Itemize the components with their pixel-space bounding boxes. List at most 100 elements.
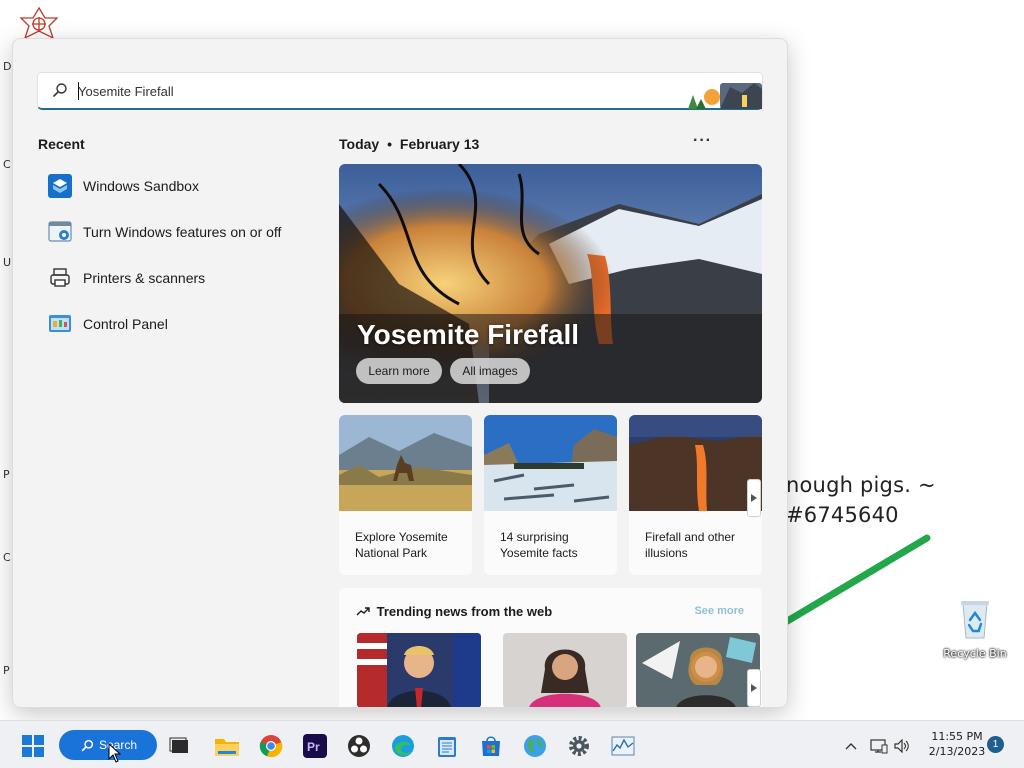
edge-icon <box>392 735 414 757</box>
wallpaper-text-line: #6745640 <box>786 503 899 527</box>
recent-item-label: Control Panel <box>83 316 168 332</box>
taskbar-app-obs[interactable] <box>346 733 372 759</box>
show-hidden-icons-button[interactable] <box>839 733 863 759</box>
desktop-edge-text: C <box>3 158 11 171</box>
network-icon <box>870 739 888 754</box>
search-panel: Yosemite Firefall Recent Windows Sandbox <box>12 38 788 708</box>
recent-item-printers-scanners[interactable]: Printers & scanners <box>47 265 307 291</box>
card-explore-yosemite[interactable]: Explore Yosemite National Park <box>339 415 472 575</box>
cards-next-arrow[interactable] <box>747 479 761 517</box>
recent-item-windows-features[interactable]: Turn Windows features on or off <box>47 219 307 245</box>
chevron-right-icon <box>751 494 757 502</box>
globe-icon <box>524 735 546 757</box>
control-panel-icon <box>47 312 73 336</box>
notification-badge[interactable]: 1 <box>987 736 1004 753</box>
clock-date: 2/13/2023 <box>928 745 986 758</box>
card-image <box>629 415 762 511</box>
news-image <box>357 633 481 707</box>
today-separator: • <box>387 136 392 152</box>
windows-sandbox-icon <box>47 174 73 198</box>
search-highlight-hero[interactable]: Yosemite Firefall Learn more All images <box>339 164 762 403</box>
volume-button[interactable] <box>890 733 914 759</box>
news-next-arrow[interactable] <box>747 669 761 707</box>
taskbar-app-premiere[interactable]: Pr <box>302 733 328 759</box>
see-more-link[interactable]: See more <box>694 605 744 617</box>
news-image <box>636 633 760 707</box>
mouse-cursor-icon <box>108 743 122 763</box>
news-image <box>503 633 627 707</box>
notepad-icon <box>438 737 456 757</box>
trending-title: Trending news from the web <box>356 604 552 619</box>
taskbar-app-resource-monitor[interactable] <box>610 733 636 759</box>
taskbar-app-edge[interactable] <box>390 733 416 759</box>
today-date: February 13 <box>399 136 480 152</box>
hero-title: Yosemite Firefall <box>357 319 580 350</box>
card-caption: 14 surprising Yosemite facts <box>500 530 578 560</box>
today-header: Today • February 13 <box>339 136 479 152</box>
recent-item-windows-sandbox[interactable]: Windows Sandbox <box>47 173 307 199</box>
more-options-button[interactable]: ··· <box>693 132 712 150</box>
recent-item-label: Printers & scanners <box>83 270 206 286</box>
card-caption: Explore Yosemite National Park <box>355 530 448 560</box>
desktop-edge-text: P <box>3 664 10 677</box>
taskbar-app-notepad[interactable] <box>434 733 460 759</box>
card-yosemite-facts[interactable]: 14 surprising Yosemite facts <box>484 415 617 575</box>
recycle-bin-label[interactable]: Recycle Bin <box>942 647 1008 660</box>
search-highlight-illustration-icon <box>688 83 762 109</box>
chevron-right-icon <box>751 684 757 692</box>
trending-news-section: Trending news from the web See more <box>339 588 762 707</box>
wallpaper-green-stroke <box>775 534 931 630</box>
wallpaper-text-line: nough pigs. ~ <box>786 473 936 497</box>
desktop-edge-text: C <box>3 551 11 564</box>
taskbar-app-store[interactable] <box>478 733 504 759</box>
taskbar-app-task-view[interactable] <box>167 733 193 759</box>
today-label: Today <box>339 136 380 152</box>
news-thumbnail[interactable] <box>503 633 627 707</box>
search-query-text[interactable]: Yosemite Firefall <box>78 84 174 99</box>
search-input[interactable]: Yosemite Firefall <box>37 72 763 110</box>
network-status-button[interactable] <box>867 733 891 759</box>
microsoft-store-icon <box>482 736 500 756</box>
speaker-icon <box>894 739 909 753</box>
card-caption: Firefall and other illusions <box>645 530 736 560</box>
desktop-edge-text: U <box>3 256 12 269</box>
start-button[interactable] <box>20 733 46 759</box>
windows-logo-icon <box>22 735 44 757</box>
taskbar-app-chrome[interactable] <box>258 733 284 759</box>
printer-icon <box>47 266 73 290</box>
news-thumbnail[interactable] <box>636 633 760 707</box>
clock-time: 11:55 PM <box>931 730 983 743</box>
learn-more-button[interactable]: Learn more <box>356 358 442 384</box>
desktop-edge-text: D <box>3 60 12 73</box>
news-thumbnail[interactable] <box>357 633 481 707</box>
card-image <box>339 415 472 511</box>
svg-text:Pr: Pr <box>307 740 320 754</box>
desktop-edge-text: P <box>3 468 10 481</box>
text-caret <box>78 82 79 100</box>
file-explorer-icon <box>215 739 239 756</box>
recent-item-label: Windows Sandbox <box>83 178 199 194</box>
search-icon <box>81 739 94 751</box>
taskbar-app-file-explorer[interactable] <box>214 733 240 759</box>
recent-heading: Recent <box>38 136 85 152</box>
all-images-button[interactable]: All images <box>450 358 530 384</box>
recent-item-label: Turn Windows features on or off <box>83 224 282 240</box>
premiere-pro-icon: Pr <box>303 734 327 758</box>
chrome-icon <box>259 735 283 758</box>
recycle-bin-icon <box>961 601 989 639</box>
desktop-logo-icon <box>19 6 59 40</box>
search-icon <box>53 83 67 97</box>
system-clock[interactable]: 11:55 PM 2/13/2023 <box>918 729 996 759</box>
obs-icon <box>348 735 370 757</box>
card-firefall-illusions[interactable]: Firefall and other illusions <box>629 415 762 575</box>
taskbar-app-maps[interactable] <box>522 733 548 759</box>
recent-item-control-panel[interactable]: Control Panel <box>47 311 307 337</box>
recycle-bin[interactable]: Recycle Bin <box>942 598 1008 660</box>
task-view-icon <box>169 737 188 753</box>
trending-arrow-icon <box>356 607 370 616</box>
gear-icon <box>569 736 589 756</box>
trending-title-text: Trending news from the web <box>376 604 553 619</box>
performance-monitor-icon <box>611 736 635 756</box>
card-image <box>484 415 617 511</box>
taskbar-app-settings[interactable] <box>566 733 592 759</box>
